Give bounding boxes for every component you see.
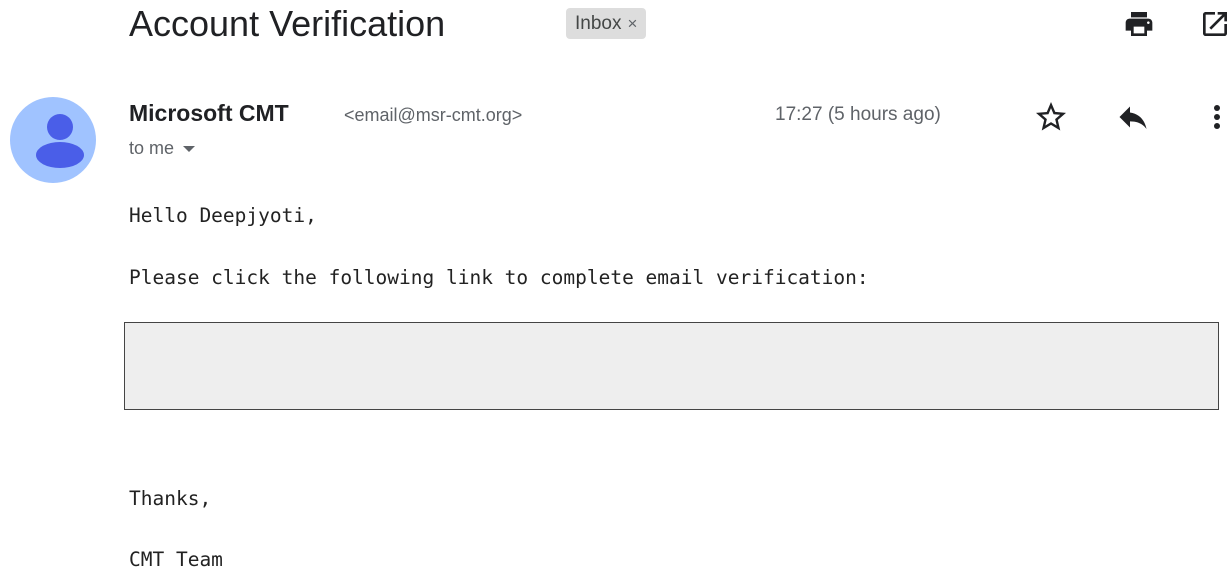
email-closing: Thanks, bbox=[129, 487, 212, 510]
sender-email: <email@msr-cmt.org> bbox=[344, 105, 523, 125]
email-signature: CMT Team bbox=[129, 548, 223, 571]
email-subject: Account Verification bbox=[129, 3, 446, 44]
email-greeting: Hello Deepjyoti, bbox=[129, 204, 317, 227]
label-name: Inbox bbox=[575, 13, 622, 34]
chevron-down-icon[interactable] bbox=[183, 146, 196, 153]
verification-link-box[interactable] bbox=[124, 322, 1219, 410]
more-vert-icon[interactable] bbox=[1199, 99, 1231, 135]
avatar[interactable] bbox=[10, 97, 96, 183]
inbox-label-chip[interactable]: Inbox × bbox=[566, 8, 647, 39]
recipient-details[interactable]: to me bbox=[129, 138, 196, 159]
print-icon[interactable] bbox=[1123, 8, 1155, 40]
email-instruction: Please click the following link to compl… bbox=[129, 266, 869, 289]
reply-icon[interactable] bbox=[1115, 99, 1151, 135]
recipient-label: to me bbox=[129, 138, 175, 158]
remove-label-icon[interactable]: × bbox=[627, 14, 637, 33]
sender-name[interactable]: Microsoft CMT bbox=[129, 100, 289, 127]
timestamp: 17:27 (5 hours ago) bbox=[775, 104, 941, 125]
star-icon[interactable] bbox=[1033, 99, 1069, 135]
open-in-new-window-icon[interactable] bbox=[1199, 8, 1231, 40]
